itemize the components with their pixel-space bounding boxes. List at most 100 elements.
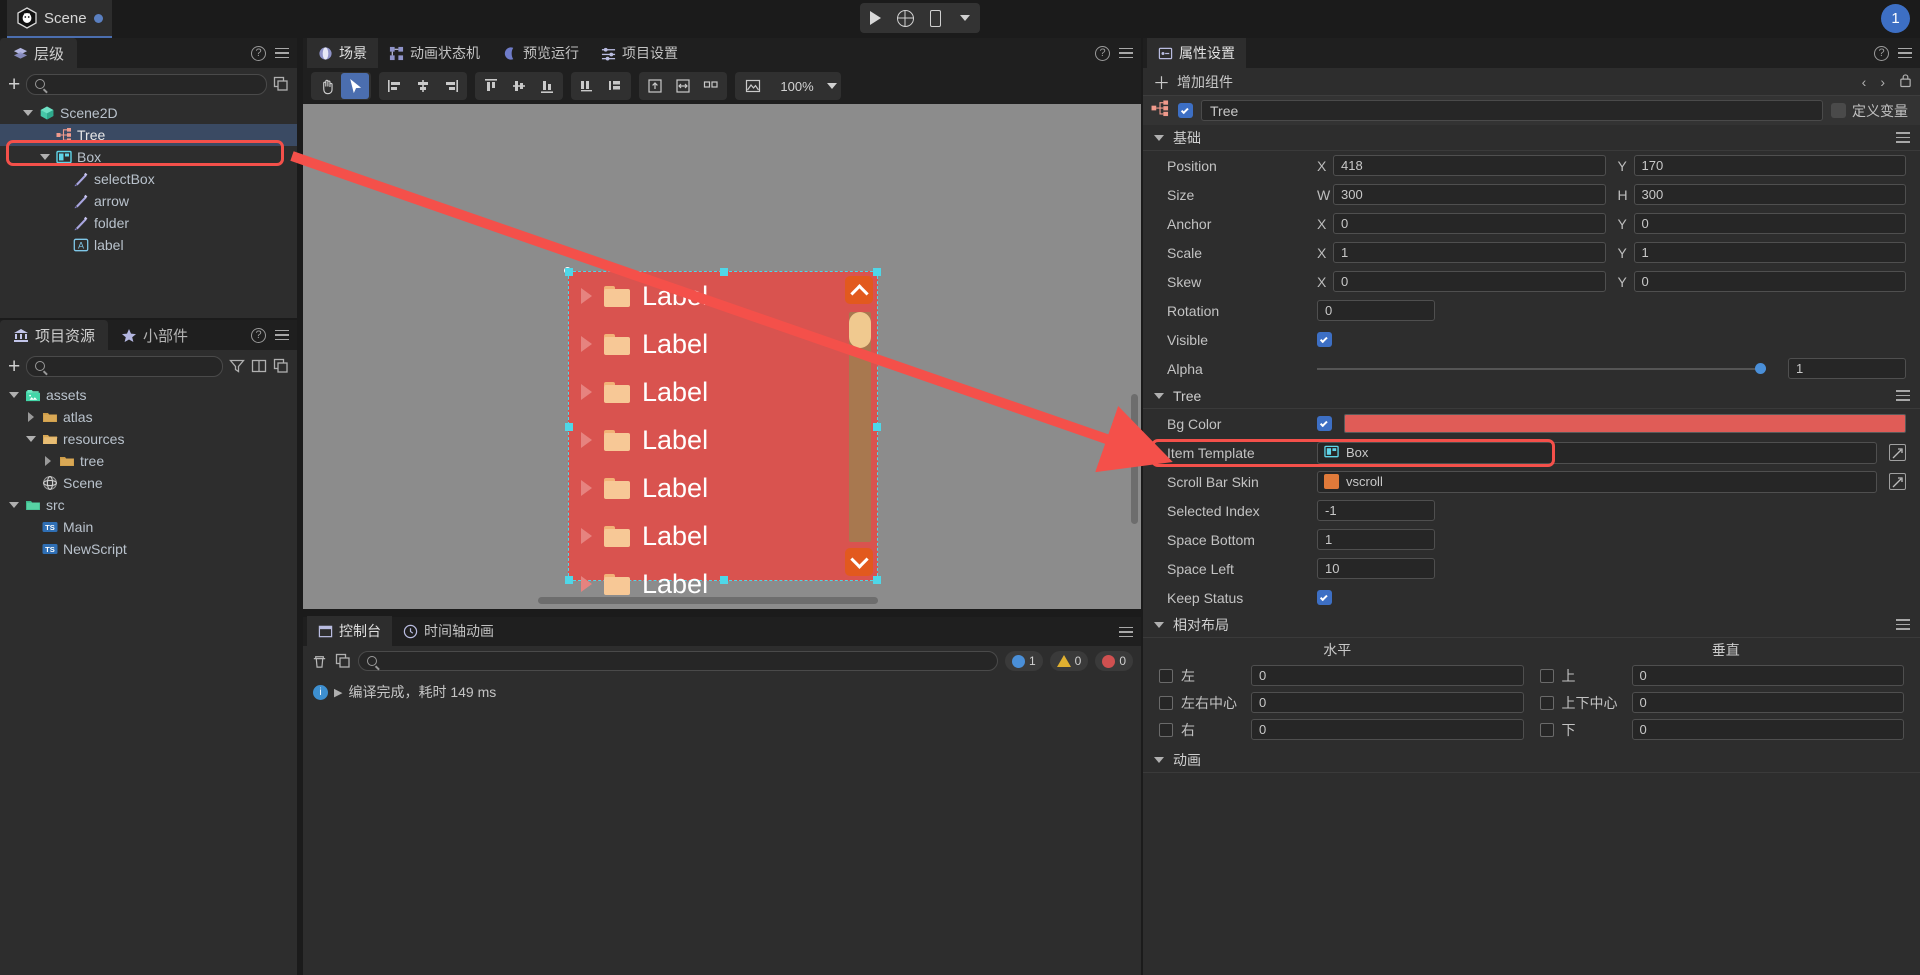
console-log-row[interactable]: i ▶ 编译完成，耗时 149 ms <box>303 676 1141 708</box>
tab-project-assets[interactable]: 项目资源 <box>0 320 108 350</box>
layout-center-h-input[interactable]: 0 <box>1251 692 1524 713</box>
align-right-button[interactable] <box>437 73 465 99</box>
layout-center-v-checkbox[interactable] <box>1540 696 1554 710</box>
section-header-animation[interactable]: 动画 <box>1143 747 1920 773</box>
tree-row-scene2d[interactable]: Scene2D <box>0 102 297 124</box>
skew-x-input[interactable]: 0 <box>1333 271 1606 292</box>
clear-console-icon[interactable] <box>311 653 328 670</box>
tab-hierarchy[interactable]: 层级 <box>0 38 77 68</box>
expander-collapse-icon[interactable] <box>8 502 20 508</box>
help-icon[interactable]: ? <box>251 46 266 61</box>
layout-top-input[interactable]: 0 <box>1632 665 1905 686</box>
assets-search[interactable] <box>26 356 223 377</box>
tree-widget-item[interactable]: Label <box>569 272 877 320</box>
scale-x-input[interactable]: 1 <box>1333 242 1606 263</box>
info-count-filter[interactable]: 1 <box>1005 651 1043 671</box>
anchor-y-input[interactable]: 0 <box>1634 213 1907 234</box>
help-icon[interactable]: ? <box>1874 46 1889 61</box>
copy-icon[interactable] <box>273 76 289 92</box>
distribute-vertical-button[interactable] <box>601 73 629 99</box>
align-bottom-button[interactable] <box>533 73 561 99</box>
copy-console-icon[interactable] <box>335 653 351 669</box>
size-match-both-button[interactable] <box>697 73 725 99</box>
section-menu-icon[interactable] <box>1896 619 1910 630</box>
scale-y-input[interactable]: 1 <box>1634 242 1907 263</box>
tree-widget-item[interactable]: Label <box>569 368 877 416</box>
item-expand-arrow-icon[interactable] <box>581 432 592 448</box>
hierarchy-search[interactable] <box>26 74 267 95</box>
item-template-pick-button[interactable] <box>1889 444 1906 461</box>
component-name-field[interactable]: Tree <box>1201 100 1823 121</box>
error-count-filter[interactable]: 0 <box>1095 651 1133 671</box>
copy-icon[interactable] <box>273 358 289 374</box>
position-x-input[interactable]: 418 <box>1333 155 1606 176</box>
resize-handle-br[interactable] <box>873 576 881 584</box>
size-h-input[interactable]: 300 <box>1634 184 1907 205</box>
expander-expand-icon[interactable] <box>25 412 37 422</box>
tab-console[interactable]: 控制台 <box>307 616 392 646</box>
item-expand-arrow-icon[interactable] <box>581 288 592 304</box>
position-y-input[interactable]: 170 <box>1634 155 1907 176</box>
section-header-relative-layout[interactable]: 相对布局 <box>1143 612 1920 638</box>
tab-preview-run[interactable]: 预览运行 <box>491 38 590 68</box>
tree-widget-item[interactable]: Label <box>569 512 877 560</box>
layout-left-input[interactable]: 0 <box>1251 665 1524 686</box>
tab-timeline[interactable]: 时间轴动画 <box>392 616 505 646</box>
filter-icon[interactable] <box>229 358 245 374</box>
menu-icon[interactable] <box>1119 627 1133 638</box>
hand-tool-button[interactable] <box>313 73 341 99</box>
tree-widget-item[interactable]: Label <box>569 560 877 608</box>
resize-handle-tc[interactable] <box>720 268 728 276</box>
device-preview-button[interactable] <box>920 3 950 33</box>
assets-search-input[interactable] <box>51 359 214 374</box>
add-node-button[interactable]: + <box>8 74 20 95</box>
warning-count-filter[interactable]: 0 <box>1050 651 1089 671</box>
layout-top-checkbox[interactable] <box>1540 669 1554 683</box>
tree-widget-item[interactable]: Label <box>569 416 877 464</box>
tree-row-main[interactable]: TSMain <box>0 516 297 538</box>
component-enabled-checkbox[interactable] <box>1178 103 1193 118</box>
help-icon[interactable]: ? <box>1095 46 1110 61</box>
tree-row-newscript[interactable]: TSNewScript <box>0 538 297 560</box>
tree-row-tree[interactable]: tree <box>0 450 297 472</box>
nav-forward-icon[interactable]: › <box>1880 74 1885 90</box>
define-variable-checkbox[interactable] <box>1831 103 1846 118</box>
layout-bottom-checkbox[interactable] <box>1540 723 1554 737</box>
layout-right-input[interactable]: 0 <box>1251 719 1524 740</box>
expander-collapse-icon[interactable] <box>8 392 20 398</box>
log-expand-icon[interactable]: ▶ <box>334 686 342 699</box>
resize-handle-ml[interactable] <box>565 423 573 431</box>
item-expand-arrow-icon[interactable] <box>581 384 592 400</box>
widget-scroll-down-button[interactable] <box>845 548 873 576</box>
zoom-dropdown-icon[interactable] <box>827 83 837 89</box>
alpha-slider[interactable] <box>1317 368 1766 370</box>
scene-canvas[interactable]: LabelLabelLabelLabelLabelLabelLabel <box>303 104 1141 609</box>
tab-widgets[interactable]: 小部件 <box>108 320 201 350</box>
section-menu-icon[interactable] <box>1896 132 1910 143</box>
select-tool-button[interactable] <box>341 73 369 99</box>
tab-project-settings[interactable]: 项目设置 <box>590 38 689 68</box>
size-match-width-button[interactable] <box>669 73 697 99</box>
resize-handle-tl[interactable] <box>565 268 573 276</box>
tab-properties[interactable]: 属性设置 <box>1147 38 1246 68</box>
snapshot-tool-button[interactable] <box>739 73 767 99</box>
tree-row-scene[interactable]: Scene <box>0 472 297 494</box>
assets-tree[interactable]: assetsatlasresourcestreeScenesrcTSMainTS… <box>0 382 297 560</box>
menu-icon[interactable] <box>1898 48 1912 59</box>
space-left-input[interactable]: 10 <box>1317 558 1435 579</box>
tree-row-src[interactable]: src <box>0 494 297 516</box>
menu-icon[interactable] <box>275 330 289 341</box>
zoom-level-value[interactable]: 100% <box>773 79 821 94</box>
tree-row-folder[interactable]: folder <box>0 212 297 234</box>
hierarchy-search-input[interactable] <box>51 77 258 92</box>
tree-row-selectbox[interactable]: selectBox <box>0 168 297 190</box>
add-asset-button[interactable]: + <box>8 356 20 377</box>
section-header-tree[interactable]: Tree <box>1143 383 1920 409</box>
align-center-horizontal-button[interactable] <box>409 73 437 99</box>
size-match-height-button[interactable] <box>641 73 669 99</box>
widget-scroll-up-button[interactable] <box>845 276 873 304</box>
tab-scene[interactable]: 场景 <box>307 38 378 68</box>
define-variable-row[interactable]: 定义变量 <box>1831 101 1912 121</box>
visible-checkbox[interactable] <box>1317 332 1332 347</box>
widget-scrollbar-thumb[interactable] <box>849 312 871 348</box>
